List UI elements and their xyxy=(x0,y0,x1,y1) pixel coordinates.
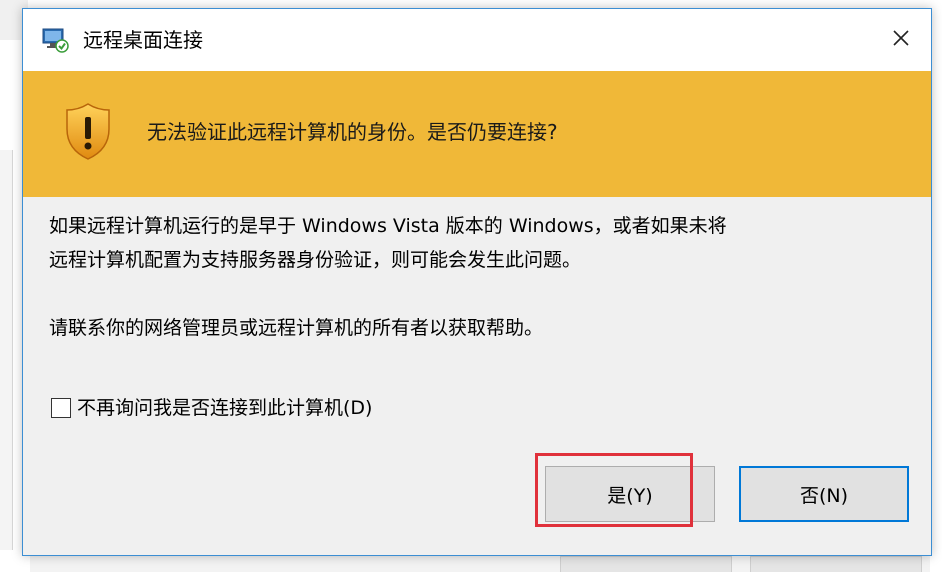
checkbox-label: 不再询问我是否连接到此计算机(D) xyxy=(77,397,373,419)
window-title: 远程桌面连接 xyxy=(83,28,203,52)
warning-message: 无法验证此远程计算机的身份。是否仍要连接? xyxy=(147,120,558,144)
remote-desktop-icon xyxy=(41,27,69,53)
warning-banner: 无法验证此远程计算机的身份。是否仍要连接? xyxy=(23,71,931,197)
no-button[interactable]: 否(N) xyxy=(739,466,909,522)
dont-ask-again-checkbox[interactable]: 不再询问我是否连接到此计算机(D) xyxy=(51,393,372,423)
description-line-1: 如果远程计算机运行的是早于 Windows Vista 版本的 Windows，… xyxy=(49,215,727,237)
warning-shield-icon xyxy=(63,101,113,161)
close-button[interactable] xyxy=(871,9,931,71)
background-sidebar xyxy=(0,150,13,550)
background-button xyxy=(750,556,922,572)
description-line-2: 远程计算机配置为支持服务器身份验证，则可能会发生此问题。 xyxy=(49,249,582,271)
contact-admin-text: 请联系你的网络管理员或远程计算机的所有者以获取帮助。 xyxy=(49,317,544,339)
remote-desktop-dialog: 远程桌面连接 无法验证此远程计算机的身份。是否仍要连接? 如果远程计算机运行的是… xyxy=(22,8,932,556)
background-button xyxy=(560,556,732,572)
checkbox-box[interactable] xyxy=(51,398,71,418)
yes-button[interactable]: 是(Y) xyxy=(545,466,715,522)
close-icon xyxy=(891,28,911,52)
title-bar: 远程桌面连接 xyxy=(23,9,931,71)
